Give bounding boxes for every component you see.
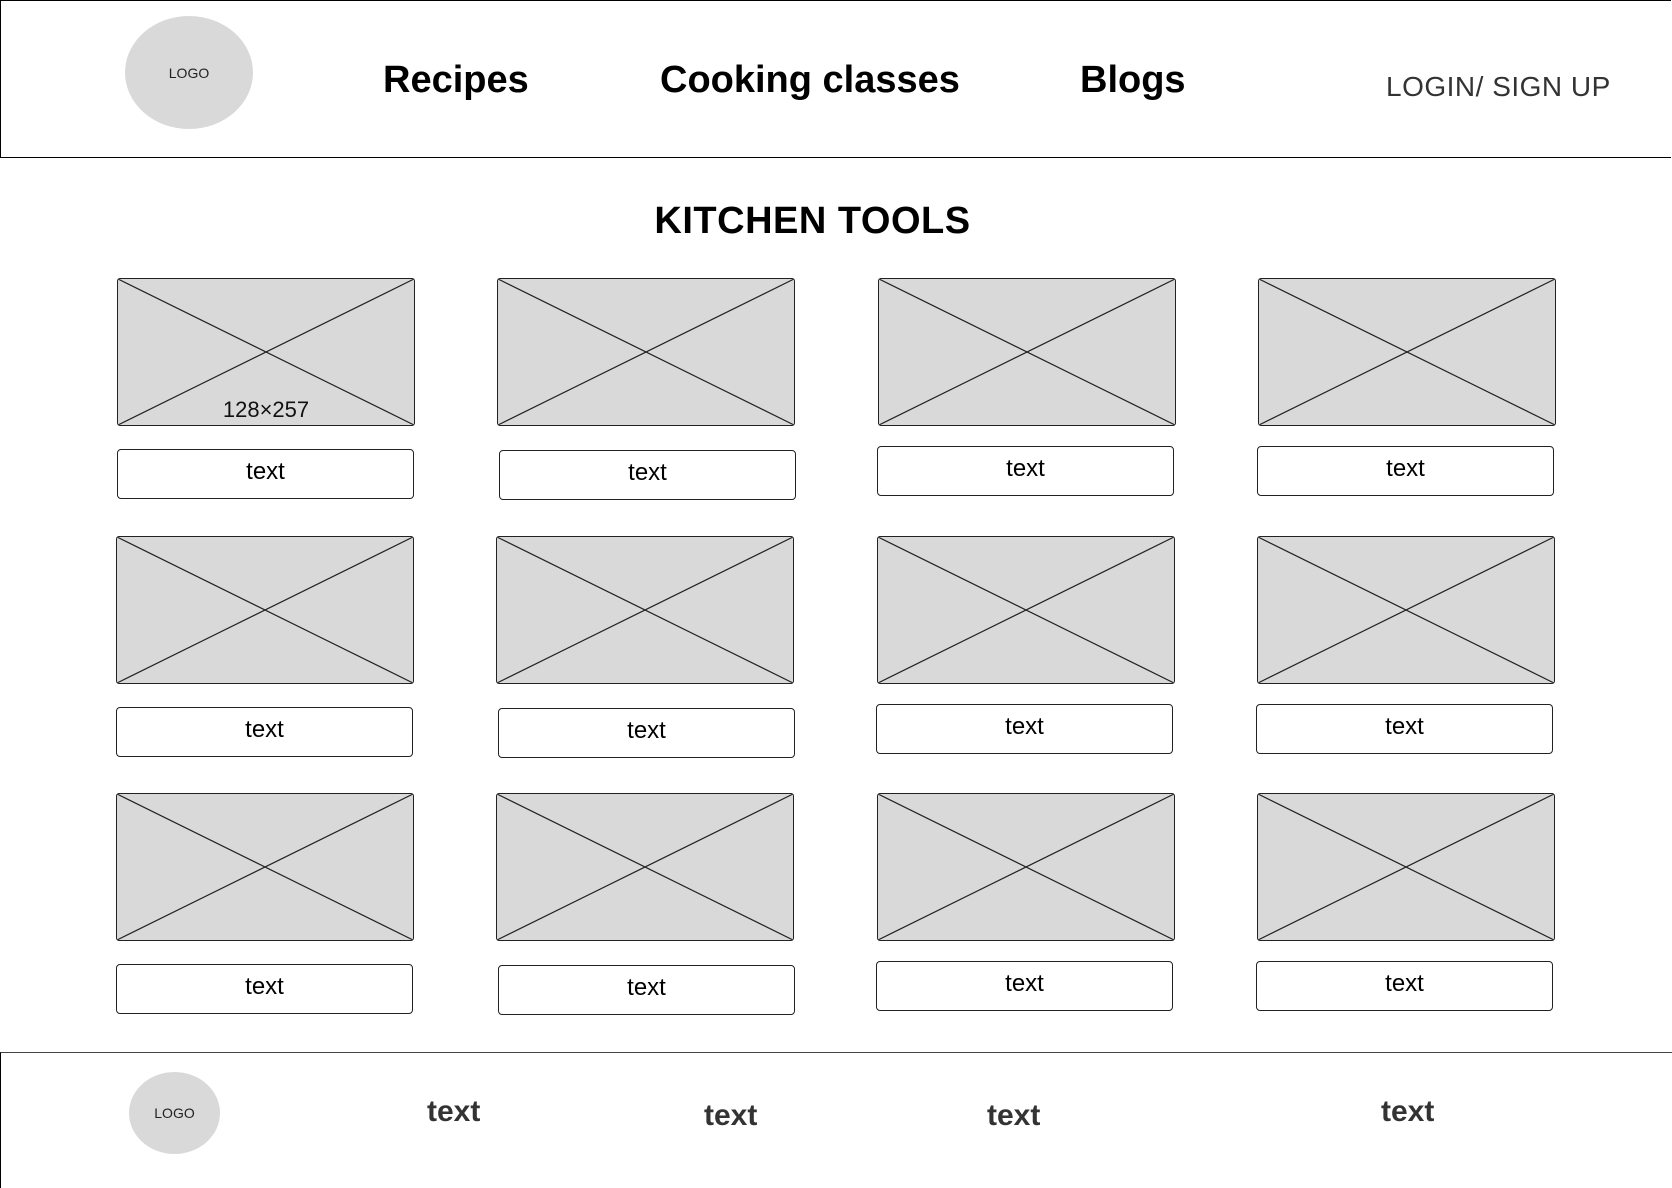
tool-image-placeholder[interactable] [1257, 536, 1555, 684]
footer-link-2[interactable]: text [704, 1099, 757, 1133]
header-logo[interactable]: LOGO [125, 16, 253, 129]
placeholder-cross-icon [879, 279, 1175, 425]
placeholder-cross-icon [878, 794, 1174, 940]
tool-label-box[interactable]: text [117, 449, 414, 499]
header-logo-label: LOGO [168, 64, 210, 81]
tool-image-placeholder[interactable] [116, 536, 414, 684]
tool-image-placeholder[interactable] [878, 278, 1176, 426]
site-header: LOGO Recipes Cooking classes Blogs LOGIN… [0, 0, 1671, 158]
tool-label-box[interactable]: text [1256, 704, 1553, 754]
footer-link-3[interactable]: text [987, 1099, 1040, 1133]
placeholder-cross-icon [1258, 537, 1554, 683]
tool-label-box[interactable]: text [876, 704, 1173, 754]
tool-label-box[interactable]: text [498, 965, 795, 1015]
tool-image-placeholder[interactable] [1257, 793, 1555, 941]
nav-recipes[interactable]: Recipes [383, 59, 529, 102]
tool-label-box[interactable]: text [1257, 446, 1554, 496]
tool-image-placeholder[interactable]: 128×257 [117, 278, 415, 426]
placeholder-cross-icon [878, 537, 1174, 683]
tool-label-box[interactable]: text [877, 446, 1174, 496]
tool-image-placeholder[interactable] [497, 278, 795, 426]
placeholder-cross-icon [498, 279, 794, 425]
placeholder-cross-icon [117, 537, 413, 683]
footer-link-4[interactable]: text [1381, 1095, 1434, 1129]
tool-label-box[interactable]: text [876, 961, 1173, 1011]
footer-link-1[interactable]: text [427, 1095, 480, 1129]
placeholder-cross-icon [1259, 279, 1555, 425]
tool-image-placeholder[interactable] [877, 536, 1175, 684]
tool-label-box[interactable]: text [116, 707, 413, 757]
image-size-caption: 128×257 [222, 397, 310, 422]
nav-cooking-classes[interactable]: Cooking classes [660, 59, 960, 102]
tool-label-box[interactable]: text [499, 450, 796, 500]
tool-label-box[interactable]: text [498, 708, 795, 758]
placeholder-cross-icon [1258, 794, 1554, 940]
placeholder-cross-icon [497, 794, 793, 940]
tool-image-placeholder[interactable] [496, 536, 794, 684]
tool-image-placeholder[interactable] [496, 793, 794, 941]
footer-logo-label: LOGO [154, 1105, 195, 1121]
tool-image-placeholder[interactable] [877, 793, 1175, 941]
tool-label-box[interactable]: text [1256, 961, 1553, 1011]
placeholder-cross-icon [117, 794, 413, 940]
tool-label-box[interactable]: text [116, 964, 413, 1014]
page-title: KITCHEN TOOLS [654, 200, 971, 242]
placeholder-cross-icon [497, 537, 793, 683]
site-footer: LOGO text text text text [0, 1052, 1672, 1188]
footer-logo[interactable]: LOGO [129, 1072, 220, 1154]
login-signup-link[interactable]: LOGIN/ SIGN UP [1386, 71, 1611, 103]
tool-image-placeholder[interactable] [116, 793, 414, 941]
nav-blogs[interactable]: Blogs [1080, 59, 1186, 102]
tool-image-placeholder[interactable] [1258, 278, 1556, 426]
